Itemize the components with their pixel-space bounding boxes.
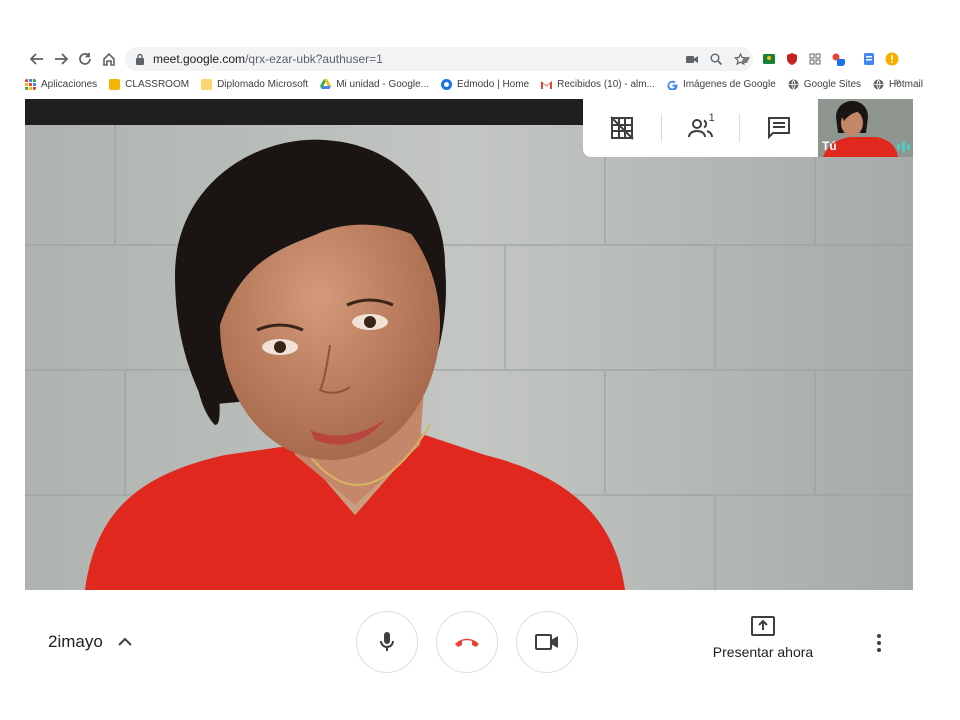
reload-icon — [79, 53, 91, 65]
gmail-icon — [541, 80, 553, 89]
bookmark-label: Edmodo | Home — [457, 78, 530, 90]
bookmark-diplomado[interactable]: Diplomado Microsoft — [201, 78, 309, 90]
bookmark-label: Google Sites — [803, 78, 862, 90]
url-path: /qrx-ezar-ubk?authuser=1 — [245, 52, 383, 66]
address-bar[interactable]: meet.google.com /qrx-ezar-ubk?authuser=1 — [125, 47, 753, 71]
more-options-button[interactable] — [868, 628, 890, 658]
bookmark-classroom[interactable]: CLASSROOM — [109, 78, 190, 90]
bookmark-label: Diplomado Microsoft — [217, 78, 309, 90]
grid-off-icon — [610, 116, 634, 140]
drive-extension-icon[interactable] — [739, 52, 753, 66]
lock-icon — [136, 53, 144, 65]
folder-icon — [201, 78, 213, 90]
apps-grid-icon — [25, 78, 36, 90]
browser-toolbar: meet.google.com /qrx-ezar-ubk?authuser=1 — [25, 46, 913, 72]
bookmarks-overflow-button[interactable]: » — [895, 76, 901, 88]
microphone-icon — [380, 632, 394, 651]
meeting-details[interactable]: 2imayo — [48, 632, 133, 652]
present-now-button[interactable]: Presentar ahora — [704, 614, 822, 670]
participants-count: 1 — [708, 112, 715, 124]
camera-button[interactable] — [516, 611, 578, 673]
meeting-name: 2imayo — [48, 632, 103, 651]
zoom-icon[interactable] — [709, 52, 723, 66]
notifications-extension-icon[interactable] — [831, 52, 845, 66]
camera-in-use-icon[interactable] — [685, 52, 699, 66]
bookmark-label: CLASSROOM — [125, 78, 190, 90]
bookmark-recibidos[interactable]: Recibidos (10) - alm... — [541, 79, 655, 90]
present-now-label: Presentar ahora — [712, 644, 814, 660]
shield-extension-icon[interactable] — [785, 52, 799, 66]
forward-button[interactable] — [49, 47, 73, 71]
google-icon — [667, 80, 678, 90]
participant-video-image — [25, 125, 913, 590]
globe-icon — [873, 79, 884, 89]
drive-icon — [320, 78, 332, 89]
self-label: Tú — [822, 139, 837, 153]
bookmark-label: Aplicaciones — [41, 78, 98, 90]
arrow-right-icon — [55, 53, 68, 65]
classroom-extension-icon[interactable] — [762, 52, 776, 66]
chat-icon — [768, 117, 791, 140]
microphone-button[interactable] — [356, 611, 418, 673]
video-camera-icon — [535, 634, 558, 650]
bookmark-edmodo[interactable]: Edmodo | Home — [441, 78, 530, 90]
classroom-icon — [109, 78, 121, 90]
participants-button[interactable]: 1 — [662, 99, 740, 157]
main-video-feed — [25, 125, 913, 590]
present-screen-icon — [751, 616, 775, 636]
audio-level-icon — [897, 141, 910, 153]
globe-icon — [788, 79, 799, 89]
meet-top-controls: 1 — [583, 99, 818, 157]
bookmark-aplicaciones[interactable]: Aplicaciones — [25, 78, 98, 90]
arrow-left-icon — [30, 53, 43, 65]
url-host: meet.google.com — [153, 52, 246, 66]
bookmark-label: Recibidos (10) - alm... — [557, 78, 655, 90]
hang-up-icon — [455, 638, 479, 647]
bookmark-imagenes[interactable]: Imágenes de Google — [667, 79, 776, 90]
home-icon — [103, 52, 115, 66]
more-vert-icon — [877, 634, 881, 638]
edmodo-icon — [441, 78, 453, 90]
home-button[interactable] — [97, 47, 121, 71]
extensions-bar — [739, 48, 899, 70]
grid-extension-icon[interactable] — [808, 52, 822, 66]
alert-profile-icon[interactable] — [885, 52, 899, 66]
end-call-button[interactable] — [436, 611, 498, 673]
bookmarks-bar: Aplicaciones CLASSROOM Diplomado Microso… — [25, 74, 923, 94]
reader-extension-icon[interactable] — [862, 52, 876, 66]
chat-button[interactable] — [740, 99, 818, 157]
bookmark-mi-unidad[interactable]: Mi unidad - Google... — [320, 78, 430, 90]
chevron-up-icon[interactable] — [117, 634, 133, 650]
bookmark-label: Imágenes de Google — [682, 78, 776, 90]
reload-button[interactable] — [73, 47, 97, 71]
back-button[interactable] — [25, 47, 49, 71]
bookmark-google-sites[interactable]: Google Sites — [788, 79, 861, 90]
bookmark-label: Mi unidad - Google... — [336, 78, 430, 90]
layout-button[interactable] — [583, 99, 661, 157]
self-view-tile[interactable]: Tú — [818, 99, 913, 157]
